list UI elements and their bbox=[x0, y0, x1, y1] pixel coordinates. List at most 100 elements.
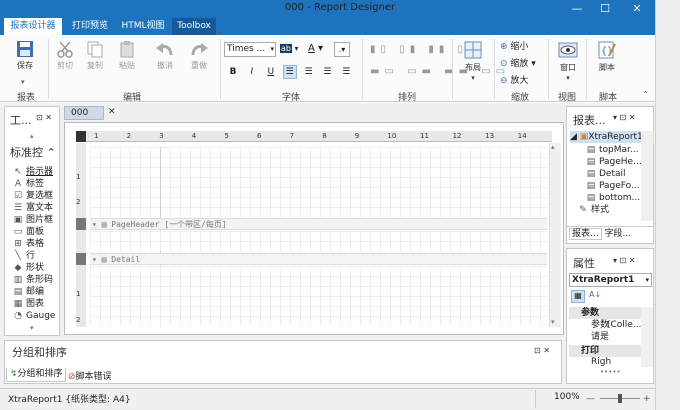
explorer-vscrollbar[interactable] bbox=[641, 131, 653, 221]
font-color-button[interactable]: A ▾ bbox=[308, 42, 330, 57]
properties-controls[interactable]: ▾ ⊡ ✕ bbox=[613, 256, 636, 265]
align-right-icon[interactable]: ☰ bbox=[320, 65, 334, 79]
tree-item[interactable]: ▤ PageHe... bbox=[585, 156, 642, 168]
collapse-ribbon-icon[interactable]: ⌃ bbox=[642, 90, 649, 99]
script-button[interactable]: {} 脚本 bbox=[592, 40, 622, 73]
toolbox-item[interactable]: ▣ 图片框 bbox=[12, 214, 55, 226]
toolbox-item[interactable]: ☰ 富文本 bbox=[12, 202, 55, 214]
tree-item[interactable]: ▤ topMar... bbox=[585, 144, 642, 156]
save-dropdown-icon[interactable]: ▾ bbox=[21, 78, 25, 86]
close-button[interactable]: ✕ bbox=[622, 0, 652, 18]
toolbox-item[interactable]: ⊞ 表格 bbox=[12, 238, 55, 250]
scroll-up-icon[interactable]: ▴ bbox=[551, 143, 555, 151]
toolbox-pin-close[interactable]: ⊡ ✕ bbox=[36, 113, 52, 122]
detail-band-label: Detail bbox=[111, 255, 141, 264]
tree-item[interactable]: ▤ PageFo... bbox=[585, 180, 642, 192]
toolbox-item[interactable]: ▦ 图表 bbox=[12, 298, 55, 310]
tab-report-explorer[interactable]: 报表... bbox=[569, 228, 602, 240]
scroll-up-icon[interactable]: ▴ bbox=[30, 132, 34, 140]
property-object-select[interactable]: XtraReport1 ▾ bbox=[569, 273, 652, 287]
tree-item[interactable]: ▤ bottom... bbox=[585, 192, 642, 204]
redo-button[interactable]: 重做 bbox=[184, 40, 214, 71]
zoom-button[interactable]: ⊙ 缩放 ▾ bbox=[500, 56, 536, 69]
top-margin-band-area[interactable] bbox=[90, 147, 547, 217]
tab-script-errors[interactable]: ⊘脚本错误 bbox=[68, 369, 112, 382]
font-size-select[interactable]: .▾ bbox=[334, 42, 350, 57]
property-row[interactable]: 请是 bbox=[569, 331, 641, 343]
paste-button[interactable]: 粘贴 bbox=[114, 40, 140, 71]
tree-item[interactable]: ✎ 样式 bbox=[577, 204, 642, 216]
tree-item[interactable]: ▤ Detail bbox=[585, 168, 642, 180]
toolbox-item[interactable]: ◆ 形状 bbox=[12, 262, 55, 274]
toolbox-item-label: 邮编 bbox=[26, 287, 45, 297]
bold-button[interactable]: B bbox=[226, 65, 240, 79]
vruler-label: 1 bbox=[76, 173, 81, 181]
align-buttons-row2[interactable]: ▬▭ ▭▬ ▬▬ ▭▭ bbox=[370, 66, 510, 77]
zoom-slider-thumb[interactable] bbox=[618, 394, 622, 403]
tree-item-label: topMar... bbox=[599, 145, 639, 155]
toolbox-item[interactable]: A 标签 bbox=[12, 178, 55, 190]
ruler-corner[interactable] bbox=[76, 131, 86, 142]
page-header-band-caption[interactable]: ▾ ▤ PageHeader [一个带区/每页] bbox=[90, 218, 547, 230]
window-icon bbox=[558, 42, 578, 58]
zoom-in-button[interactable]: ⊕ 缩小 bbox=[500, 39, 528, 52]
detail-band-area[interactable] bbox=[90, 266, 547, 326]
ruler-ticks: 1 2 3 4 5 6 7 8 9 10 11 12 13 14 bbox=[92, 131, 552, 142]
toolbox-section[interactable]: 标准控 ⌃ bbox=[10, 144, 56, 160]
tab-html-view[interactable]: HTML视图 bbox=[118, 18, 168, 35]
property-row[interactable]: Righ bbox=[569, 357, 641, 367]
splitter-grip[interactable]: ••••• bbox=[600, 368, 621, 376]
zoom-plus-button[interactable]: + bbox=[643, 394, 651, 404]
toolbox-item[interactable]: ╲ 行 bbox=[12, 250, 55, 262]
tree-item-label: PageFo... bbox=[599, 181, 640, 191]
align-left-icon[interactable]: ☰ bbox=[282, 65, 297, 79]
zoom-minus-button[interactable]: — bbox=[586, 394, 595, 404]
undo-button[interactable]: 撤消 bbox=[150, 40, 180, 71]
cut-button[interactable]: 剪切 bbox=[52, 40, 78, 71]
property-row[interactable]: 参数(Colle... bbox=[569, 319, 641, 331]
font-name-select[interactable]: Times ... ▾ bbox=[224, 42, 276, 57]
toolbox-item-label: 复选框 bbox=[26, 191, 54, 201]
maximize-button[interactable]: ☐ bbox=[590, 0, 620, 18]
toolbox-item[interactable]: ▭ 面板 bbox=[12, 226, 55, 238]
tab-toolbox[interactable]: Toolbox bbox=[172, 18, 216, 35]
toolbox-item[interactable]: ◔ Gauge bbox=[12, 310, 55, 322]
category-print[interactable]: 打印 bbox=[569, 345, 641, 357]
italic-button[interactable]: I bbox=[245, 65, 259, 79]
scroll-down-icon[interactable]: ▾ bbox=[30, 324, 34, 332]
doc-tab-000[interactable]: 000 bbox=[64, 106, 104, 120]
tab-print-preview[interactable]: 打印预览 bbox=[66, 18, 114, 35]
category-params[interactable]: 参数 bbox=[569, 307, 641, 319]
toolbox-item[interactable]: ▤ 邮编 bbox=[12, 286, 55, 298]
window-button[interactable]: 窗口 ▾ bbox=[553, 40, 583, 82]
designer-vscrollbar[interactable] bbox=[549, 143, 561, 327]
zoom-out-button[interactable]: ⊖ 放大 bbox=[500, 73, 528, 86]
properties-vscrollbar[interactable] bbox=[641, 307, 653, 367]
highlight-color-button[interactable]: ab ▾ bbox=[280, 42, 304, 57]
group-panel-pin-close[interactable]: ⊡ ✕ bbox=[534, 346, 550, 355]
page-header-band-area[interactable] bbox=[90, 231, 547, 251]
underline-button[interactable]: U bbox=[264, 65, 278, 79]
categorized-icon[interactable]: ▦ bbox=[571, 290, 585, 303]
minimize-button[interactable]: — bbox=[562, 0, 592, 18]
alphabetical-icon[interactable]: A↓ bbox=[589, 290, 601, 299]
align-center-icon[interactable]: ☰ bbox=[302, 65, 316, 79]
toolbox-item[interactable]: ↖ 指示器 bbox=[12, 166, 55, 178]
band-icon: ▤ bbox=[586, 181, 596, 191]
copy-button[interactable]: 复制 bbox=[82, 40, 108, 71]
toolbox-item[interactable]: ▥ 条形码 bbox=[12, 274, 55, 286]
tab-report-designer[interactable]: 报表设计器 bbox=[4, 18, 62, 35]
detail-band-caption[interactable]: ▾ ▤ Detail bbox=[90, 253, 547, 265]
toolbox-item[interactable]: ☑ 复选框 bbox=[12, 190, 55, 202]
close-doc-tab-icon[interactable]: ✕ bbox=[108, 107, 116, 117]
layout-button[interactable]: 布局 ▾ bbox=[458, 40, 488, 82]
tab-group-sort[interactable]: ↯分组和排序 bbox=[6, 368, 66, 382]
ruler-tick-label: 5 bbox=[224, 132, 229, 140]
scroll-down-icon[interactable]: ▾ bbox=[551, 318, 555, 326]
tab-field-list[interactable]: 字段... bbox=[604, 229, 631, 239]
tree-item-label: 样式 bbox=[591, 205, 610, 215]
save-button[interactable]: 保存 bbox=[8, 40, 42, 71]
explorer-controls[interactable]: ▾ ⊡ ✕ bbox=[613, 113, 636, 122]
justify-icon[interactable]: ☰ bbox=[339, 65, 353, 79]
layout-label: 布局 bbox=[465, 63, 481, 72]
